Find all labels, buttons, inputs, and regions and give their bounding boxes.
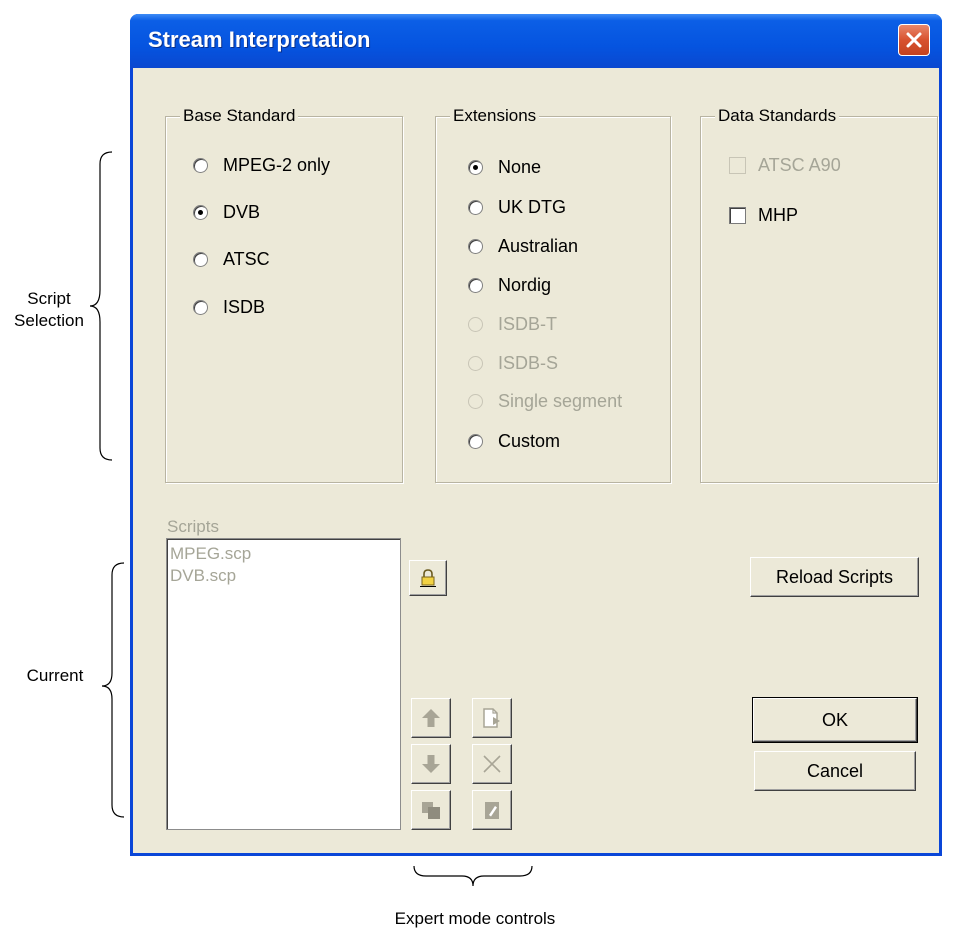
- stream-interpretation-dialog: Stream Interpretation Base Standard MPEG…: [130, 14, 942, 856]
- dialog-client-area: Base Standard MPEG-2 only DVB ATSC ISDB …: [133, 68, 939, 853]
- radio-none[interactable]: None: [468, 157, 541, 178]
- radio-button-checked-icon: [468, 160, 483, 175]
- radio-button-icon: [468, 278, 483, 293]
- data-standards-group: Data Standards ATSC A90 MHP: [700, 106, 938, 483]
- list-item[interactable]: DVB.scp: [170, 565, 397, 587]
- dialog-title: Stream Interpretation: [148, 27, 371, 52]
- copy-icon: [422, 802, 440, 819]
- data-standards-legend: Data Standards: [715, 106, 840, 126]
- checkbox-atsc-a90[interactable]: ATSC A90: [729, 155, 841, 176]
- ok-button[interactable]: OK: [752, 697, 918, 743]
- radio-button-icon: [193, 300, 208, 315]
- cancel-button[interactable]: Cancel: [754, 751, 916, 791]
- arrow-down-icon: [422, 755, 440, 773]
- edit-document-icon: [485, 802, 499, 819]
- radio-uk-dtg[interactable]: UK DTG: [468, 197, 566, 218]
- copy-script-button[interactable]: [411, 790, 451, 830]
- delete-script-button[interactable]: [472, 744, 512, 784]
- radio-isdb[interactable]: ISDB: [193, 297, 265, 318]
- title-bar[interactable]: Stream Interpretation: [130, 14, 942, 68]
- list-item[interactable]: MPEG.scp: [170, 543, 397, 565]
- annotation-current: Current: [26, 666, 84, 685]
- extensions-group: Extensions None UK DTG Australian Nordig…: [435, 106, 671, 483]
- radio-button-icon: [468, 239, 483, 254]
- lock-icon: [420, 569, 436, 587]
- brace-script-selection: [89, 151, 113, 461]
- radio-button-icon: [468, 434, 483, 449]
- radio-atsc[interactable]: ATSC: [193, 249, 270, 270]
- radio-button-icon: [468, 317, 483, 332]
- radio-button-icon: [193, 252, 208, 267]
- edit-script-button[interactable]: [472, 790, 512, 830]
- radio-button-icon: [468, 356, 483, 371]
- close-button[interactable]: [898, 24, 930, 56]
- radio-isdb-s[interactable]: ISDB-S: [468, 353, 558, 374]
- radio-button-checked-icon: [193, 205, 208, 220]
- lock-button[interactable]: [409, 560, 447, 596]
- close-icon: [906, 32, 922, 48]
- add-document-icon: [483, 708, 500, 728]
- checkbox-icon: [729, 157, 746, 174]
- base-standard-group: Base Standard MPEG-2 only DVB ATSC ISDB: [165, 106, 403, 483]
- base-standard-legend: Base Standard: [180, 106, 299, 126]
- scripts-listbox[interactable]: MPEG.scp DVB.scp: [166, 538, 401, 830]
- extensions-legend: Extensions: [450, 106, 540, 126]
- radio-dvb[interactable]: DVB: [193, 202, 260, 223]
- radio-nordig[interactable]: Nordig: [468, 275, 551, 296]
- radio-button-icon: [193, 158, 208, 173]
- arrow-up-icon: [422, 709, 440, 727]
- add-script-button[interactable]: [472, 698, 512, 738]
- brace-current: [101, 562, 125, 818]
- radio-button-icon: [468, 200, 483, 215]
- checkbox-mhp[interactable]: MHP: [729, 205, 798, 226]
- scripts-label: Scripts: [167, 517, 219, 536]
- annotation-expert-mode: Expert mode controls: [394, 909, 556, 928]
- radio-custom[interactable]: Custom: [468, 431, 560, 452]
- brace-expert: [413, 865, 533, 887]
- radio-isdb-t[interactable]: ISDB-T: [468, 314, 557, 335]
- reload-scripts-button[interactable]: Reload Scripts: [750, 557, 919, 597]
- radio-mpeg2-only[interactable]: MPEG-2 only: [193, 155, 330, 176]
- checkbox-icon: [729, 207, 746, 224]
- annotation-script-selection: Script Selection: [14, 289, 84, 330]
- radio-australian[interactable]: Australian: [468, 236, 578, 257]
- move-up-button[interactable]: [411, 698, 451, 738]
- move-down-button[interactable]: [411, 744, 451, 784]
- radio-button-icon: [468, 394, 483, 409]
- delete-x-icon: [483, 755, 501, 773]
- radio-single-segment[interactable]: Single segment: [468, 391, 622, 412]
